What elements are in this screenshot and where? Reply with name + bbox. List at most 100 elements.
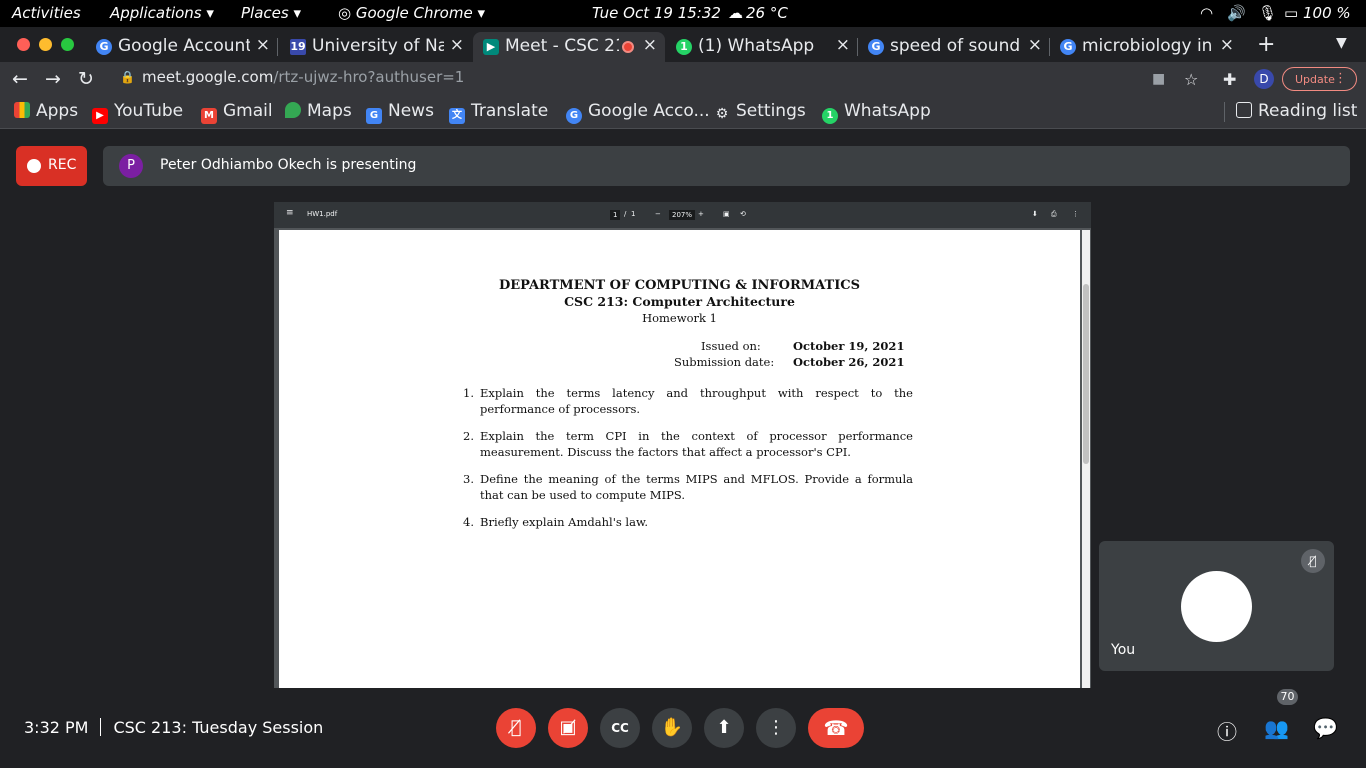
whatsapp-icon: 1: [822, 108, 838, 124]
google-icon: G: [1060, 39, 1076, 55]
camera-off-button[interactable]: ▣̸: [548, 708, 588, 748]
chat-icon[interactable]: 💬: [1313, 716, 1338, 740]
whatsapp-icon: 1: [676, 39, 692, 55]
fit-page-icon[interactable]: ▣: [723, 210, 730, 218]
volume-icon[interactable]: 🔊: [1227, 4, 1246, 22]
question-number: 1.: [463, 386, 474, 400]
applications-menu[interactable]: Applications ▾: [110, 4, 214, 22]
youtube-icon: ▶: [92, 108, 108, 124]
rotate-icon[interactable]: ⟲: [740, 210, 746, 218]
bookmark-translate[interactable]: 文 Translate: [449, 101, 548, 124]
meeting-info: 3:32 PM CSC 213: Tuesday Session: [24, 718, 323, 737]
profile-avatar[interactable]: D: [1254, 69, 1274, 89]
bookmark-google-account[interactable]: G Google Acco...: [566, 101, 710, 124]
microphone-off-button[interactable]: 🎙̸: [496, 708, 536, 748]
zoom-in-icon[interactable]: +: [698, 210, 704, 218]
close-window-button[interactable]: [17, 38, 30, 51]
recording-indicator-icon: [622, 41, 634, 53]
maximize-window-button[interactable]: [61, 38, 74, 51]
more-options-button[interactable]: ⋮: [756, 708, 796, 748]
close-tab-icon[interactable]: ×: [1028, 35, 1042, 55]
download-icon[interactable]: ⬇: [1032, 210, 1038, 218]
page-number-input[interactable]: 1: [610, 210, 621, 220]
captions-button[interactable]: CC: [600, 708, 640, 748]
bookmark-label: Maps: [307, 101, 352, 121]
minimize-window-button[interactable]: [39, 38, 52, 51]
bookmark-apps[interactable]: Apps: [14, 101, 78, 121]
apps-grid-icon: [14, 102, 30, 118]
present-screen-button[interactable]: ⬆: [704, 708, 744, 748]
forward-arrow-icon[interactable]: →: [45, 68, 61, 90]
tab-university[interactable]: 19 University of Nairobi ×: [280, 32, 472, 62]
reload-icon[interactable]: ↻: [78, 68, 94, 90]
camera-icon[interactable]: ■: [1152, 71, 1165, 87]
bookmark-youtube[interactable]: ▶ YouTube: [92, 101, 183, 124]
url-host: meet.google.com: [142, 68, 274, 86]
recording-badge[interactable]: REC: [16, 146, 87, 186]
battery-icon[interactable]: ▭: [1284, 4, 1298, 22]
self-video-tile[interactable]: 🎙̸ You: [1099, 541, 1334, 671]
meeting-name: CSC 213: Tuesday Session: [113, 718, 324, 737]
tab-title: Google Account: [118, 36, 250, 56]
battery-percent[interactable]: 100 %: [1303, 4, 1351, 22]
tab-speed-of-sound[interactable]: G speed of sound in air ×: [858, 32, 1050, 62]
tab-title: University of Nairobi: [312, 36, 444, 56]
weather-temp: 26 °C: [746, 4, 788, 22]
chrome-app-menu[interactable]: ◎ Google Chrome ▾: [338, 4, 485, 22]
url-field[interactable]: meet.google.com/rtz-ujwz-hro?authuser=1: [142, 68, 464, 86]
leave-call-button[interactable]: ☎: [808, 708, 864, 748]
close-tab-icon[interactable]: ×: [450, 35, 464, 55]
more-options-icon[interactable]: ⋮: [1072, 210, 1079, 218]
activities-button[interactable]: Activities: [12, 4, 81, 22]
places-menu[interactable]: Places ▾: [241, 4, 301, 22]
gear-icon: ⚙: [715, 106, 729, 122]
system-clock[interactable]: Tue Oct 19 15:32: [592, 4, 721, 22]
assignment-heading: Homework 1: [642, 311, 717, 325]
bookmark-maps[interactable]: Maps: [285, 101, 352, 121]
meeting-details-icon[interactable]: ⓘ: [1217, 716, 1237, 745]
self-label: You: [1111, 642, 1136, 658]
hamburger-menu-icon[interactable]: ≡: [286, 208, 294, 218]
raise-hand-button[interactable]: ✋: [652, 708, 692, 748]
bookmark-label: Settings: [736, 101, 806, 121]
tab-microbiology[interactable]: G microbiology in labs ×: [1050, 32, 1242, 62]
scrollbar-thumb[interactable]: [1083, 284, 1089, 464]
new-tab-button[interactable]: +: [1257, 32, 1275, 57]
bookmark-news[interactable]: G News: [366, 101, 434, 124]
wifi-icon[interactable]: ◠: [1200, 4, 1213, 22]
reading-list-button[interactable]: Reading list: [1236, 101, 1357, 121]
microphone-icon[interactable]: 🎙: [1258, 4, 1277, 22]
back-arrow-icon[interactable]: ←: [12, 68, 28, 90]
bookmark-gmail[interactable]: M Gmail: [201, 101, 273, 124]
close-tab-icon[interactable]: ×: [256, 35, 270, 55]
pdf-page: DEPARTMENT OF COMPUTING & INFORMATICS CS…: [279, 230, 1080, 688]
news-icon: G: [366, 108, 382, 124]
meet-icon: ▶: [483, 39, 499, 55]
people-icon[interactable]: 👥: [1264, 716, 1289, 740]
lock-icon[interactable]: 🔒: [120, 70, 135, 84]
maps-pin-icon: [285, 102, 301, 118]
issued-date: October 19, 2021: [793, 339, 905, 353]
bookmark-whatsapp[interactable]: 1 WhatsApp: [822, 101, 931, 124]
question-text: Explain the terms latency and throughput…: [480, 386, 913, 416]
system-top-bar: Activities Applications ▾ Places ▾ ◎ Goo…: [0, 0, 1366, 27]
tab-search-icon[interactable]: ▼: [1336, 35, 1347, 51]
close-tab-icon[interactable]: ×: [1220, 35, 1234, 55]
update-button[interactable]: Update ⋮: [1282, 67, 1357, 91]
tab-title: Meet - CSC 213: [505, 36, 619, 56]
bookmark-label: Apps: [36, 101, 79, 121]
tab-whatsapp[interactable]: 1 (1) WhatsApp ×: [666, 32, 858, 62]
bookmark-settings[interactable]: ⚙ Settings: [714, 101, 806, 122]
tab-meet[interactable]: ▶ Meet - CSC 213 ×: [473, 32, 665, 62]
zoom-out-icon[interactable]: −: [655, 210, 661, 218]
close-tab-icon[interactable]: ×: [836, 35, 850, 55]
close-tab-icon[interactable]: ×: [643, 35, 657, 55]
print-icon[interactable]: ⎙: [1051, 210, 1057, 219]
extensions-puzzle-icon[interactable]: ✚: [1223, 70, 1236, 89]
pdf-scrollbar[interactable]: [1082, 230, 1090, 688]
tab-google-account[interactable]: G Google Account ×: [86, 32, 278, 62]
muted-mic-icon: 🎙̸: [1301, 549, 1325, 573]
bookmark-star-icon[interactable]: ☆: [1184, 70, 1198, 89]
zoom-level[interactable]: 207%: [669, 210, 696, 220]
reading-list-label: Reading list: [1258, 101, 1358, 121]
